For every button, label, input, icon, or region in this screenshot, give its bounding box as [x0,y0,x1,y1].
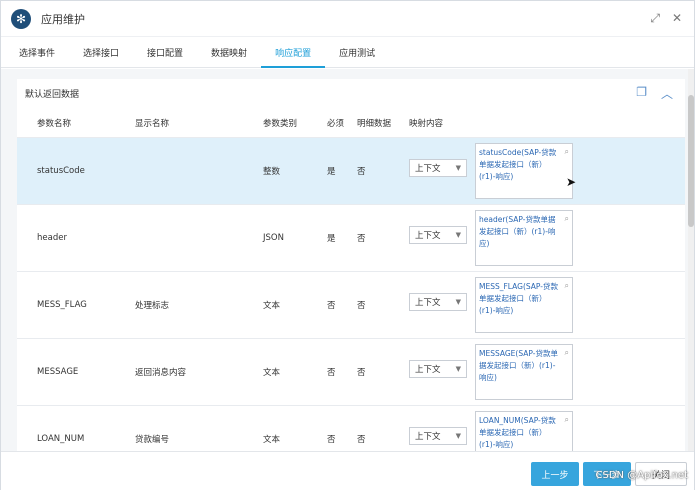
cell-required: 是 [327,204,357,272]
table-row[interactable]: header JSON 是 否 上下文 ▼ header(SAP-贷款单据发起接口… [17,204,685,272]
cell-param-name: MESSAGE [17,338,135,406]
cell-ref: header(SAP-贷款单据发起接口（新）(r1)-响应) ⌕ [475,204,685,272]
content-area: 默认返回数据 ❐ ︿ 参数名称 显示名称 参数类别 必须 明细数据 映射内容 s… [1,69,694,451]
chevron-down-icon: ▼ [455,231,461,239]
close-icon[interactable]: ✕ [672,11,682,26]
cell-required: 否 [327,338,357,406]
cell-display-name [135,204,263,272]
mapping-ref-field[interactable]: statusCode(SAP-贷款单据发起接口（新）(r1)-响应) ⌕ [475,142,573,199]
table-header-row: 参数名称 显示名称 参数类别 必须 明细数据 映射内容 [17,109,685,138]
table-row[interactable]: LOAN_NUM 贷款编号 文本 否 否 上下文 ▼ LOAN_NUM(SAP-贷… [17,405,685,451]
section-tools: ❐ ︿ [636,85,673,102]
cell-detail: 否 [357,204,409,272]
prev-step-button[interactable]: 上一步 [531,462,579,486]
dialog-footer: 上一步 下一步 关闭 CSDN @Apifox.net [1,451,694,490]
mouse-cursor-icon: ➤ [566,175,577,189]
cell-required: 否 [327,405,357,451]
copy-icon[interactable]: ❐ [636,85,647,102]
mapping-ref-field[interactable]: header(SAP-贷款单据发起接口（新）(r1)-响应) ⌕ [475,209,573,266]
cell-ref: MESS_FLAG(SAP-贷款单据发起接口（新）(r1)-响应) ⌕ [475,271,685,339]
cell-param-name: LOAN_NUM [17,405,135,451]
table-row[interactable]: MESS_FLAG 处理标志 文本 否 否 上下文 ▼ MESS_FLAG(SAP… [17,271,685,339]
chevron-down-icon: ▼ [455,298,461,306]
cell-display-name [135,137,263,205]
scrollbar-thumb[interactable] [688,95,694,227]
title-bar: ✻ 应用维护 ⤢ ✕ [1,1,694,37]
col-detail-data: 明细数据 [357,109,409,138]
col-mapping: 映射内容 [409,109,475,138]
gear-icon: ✻ [11,8,31,29]
search-icon[interactable]: ⌕ [565,146,569,158]
table-row[interactable]: MESSAGE 返回消息内容 文本 否 否 上下文 ▼ MESSAGE(SAP-贷… [17,338,685,406]
mapping-ref-field[interactable]: MESSAGE(SAP-贷款单据发起接口（新）(r1)-响应) ⌕ [475,343,573,400]
chevron-down-icon: ▼ [455,365,461,373]
tab-response-config[interactable]: 响应配置 [261,38,326,68]
cell-mapping: 上下文 ▼ [409,338,475,406]
cell-ref: statusCode(SAP-贷款单据发起接口（新）(r1)-响应) ⌕ [475,137,685,205]
cell-param-type: 文本 [263,405,327,451]
mapping-select[interactable]: 上下文 ▼ [409,293,467,311]
mapping-select[interactable]: 上下文 ▼ [409,427,467,445]
mapping-ref-field[interactable]: MESS_FLAG(SAP-贷款单据发起接口（新）(r1)-响应) ⌕ [475,276,573,333]
dialog-title: 应用维护 [41,12,85,26]
tab-select-interface[interactable]: 选择接口 [69,38,133,67]
col-ref [475,109,685,138]
window-actions: ⤢ ✕ [650,11,682,26]
cell-detail: 否 [357,338,409,406]
col-param-type: 参数类别 [263,109,327,138]
cell-mapping: 上下文 ▼ [409,137,475,205]
cell-detail: 否 [357,271,409,339]
cell-param-name: header [17,204,135,272]
cell-mapping: 上下文 ▼ [409,204,475,272]
col-param-name: 参数名称 [17,109,135,138]
tab-app-test[interactable]: 应用测试 [325,38,389,67]
mapping-select[interactable]: 上下文 ▼ [409,360,467,378]
cell-param-type: 整数 [263,137,327,205]
cell-param-name: statusCode [17,137,135,205]
cell-display-name: 处理标志 [135,271,263,339]
response-panel: 默认返回数据 ❐ ︿ 参数名称 显示名称 参数类别 必须 明细数据 映射内容 s… [17,79,685,451]
search-icon[interactable]: ⌕ [565,414,569,426]
cell-display-name: 贷款编号 [135,405,263,451]
step-tabs: 选择事件 选择接口 接口配置 数据映射 响应配置 应用测试 [1,38,694,68]
section-title: 默认返回数据 [25,90,80,100]
search-icon[interactable]: ⌕ [565,213,569,225]
cell-required: 是 [327,137,357,205]
cell-required: 否 [327,271,357,339]
mapping-select[interactable]: 上下文 ▼ [409,159,467,177]
cell-detail: 否 [357,137,409,205]
col-display-name: 显示名称 [135,109,263,138]
cell-detail: 否 [357,405,409,451]
search-icon[interactable]: ⌕ [565,280,569,292]
watermark: CSDN @Apifox.net [595,470,689,481]
tab-data-mapping[interactable]: 数据映射 [197,38,261,67]
cell-display-name: 返回消息内容 [135,338,263,406]
collapse-icon[interactable]: ︿ [661,85,673,102]
cell-param-name: MESS_FLAG [17,271,135,339]
vertical-scrollbar[interactable] [688,69,694,451]
cell-param-type: JSON [263,204,327,272]
cell-mapping: 上下文 ▼ [409,271,475,339]
col-required: 必须 [327,109,357,138]
tab-select-event[interactable]: 选择事件 [5,38,69,67]
table-row[interactable]: statusCode 整数 是 否 上下文 ▼ statusCode(SAP-贷款… [17,137,685,205]
cell-param-type: 文本 [263,338,327,406]
cell-ref: MESSAGE(SAP-贷款单据发起接口（新）(r1)-响应) ⌕ [475,338,685,406]
mapping-ref-field[interactable]: LOAN_NUM(SAP-贷款单据发起接口（新）(r1)-响应) ⌕ [475,410,573,451]
search-icon[interactable]: ⌕ [565,347,569,359]
params-table: 参数名称 显示名称 参数类别 必须 明细数据 映射内容 statusCode 整… [17,109,685,451]
chevron-down-icon: ▼ [455,432,461,440]
maximize-icon[interactable]: ⤢ [650,11,660,26]
tab-interface-config[interactable]: 接口配置 [133,38,197,67]
mapping-select[interactable]: 上下文 ▼ [409,226,467,244]
cell-ref: LOAN_NUM(SAP-贷款单据发起接口（新）(r1)-响应) ⌕ [475,405,685,451]
cell-mapping: 上下文 ▼ [409,405,475,451]
chevron-down-icon: ▼ [455,164,461,172]
app-maintenance-dialog: ✻ 应用维护 ⤢ ✕ 选择事件 选择接口 接口配置 数据映射 响应配置 应用测试… [0,0,695,490]
cell-param-type: 文本 [263,271,327,339]
